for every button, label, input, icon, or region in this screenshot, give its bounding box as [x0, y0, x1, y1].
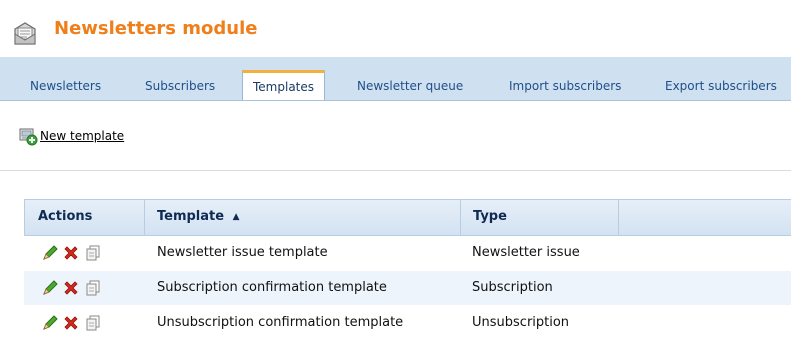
new-template-icon[interactable] [18, 126, 38, 146]
delete-icon[interactable] [62, 314, 80, 332]
table-row: Newsletter issue template Newsletter iss… [24, 236, 791, 271]
delete-icon[interactable] [62, 279, 80, 297]
new-template-link[interactable]: New template [40, 129, 124, 143]
column-divider [144, 200, 145, 236]
table-row: Subscription confirmation template Subsc… [24, 271, 791, 306]
clone-icon[interactable] [84, 314, 102, 332]
edit-icon[interactable] [41, 244, 59, 262]
tab-import-subscribers[interactable]: Import subscribers [509, 79, 621, 93]
template-name: Unsubscription confirmation template [157, 315, 404, 330]
edit-icon[interactable] [41, 314, 59, 332]
column-divider [460, 200, 461, 236]
templates-grid: Actions Template ▲ Type Newsletter issue… [24, 199, 791, 341]
column-header-actions: Actions [38, 209, 93, 224]
tab-export-subscribers[interactable]: Export subscribers [665, 79, 777, 93]
module-header: Newsletters module [0, 0, 791, 58]
template-name: Newsletter issue template [157, 245, 328, 260]
sort-ascending-icon: ▲ [232, 212, 240, 222]
column-divider [618, 200, 619, 236]
tab-subscribers[interactable]: Subscribers [145, 79, 215, 93]
column-header-template-label: Template [157, 209, 225, 224]
newsletter-module-icon [14, 22, 36, 45]
template-type: Subscription [472, 280, 553, 295]
column-header-template[interactable]: Template ▲ [157, 209, 240, 224]
grid-header: Actions Template ▲ Type [24, 199, 791, 236]
tab-bar: Newsletters Subscribers Templates Newsle… [0, 57, 791, 101]
page-title: Newsletters module [54, 18, 258, 39]
tab-newsletter-queue[interactable]: Newsletter queue [357, 79, 463, 93]
template-name: Subscription confirmation template [157, 280, 387, 295]
tab-newsletters[interactable]: Newsletters [30, 79, 101, 93]
clone-icon[interactable] [84, 244, 102, 262]
column-header-type[interactable]: Type [473, 209, 507, 224]
delete-icon[interactable] [62, 244, 80, 262]
table-row: Unsubscription confirmation template Uns… [24, 306, 791, 341]
template-type: Newsletter issue [472, 245, 580, 260]
edit-icon[interactable] [41, 279, 59, 297]
template-type: Unsubscription [472, 315, 570, 330]
tab-templates[interactable]: Templates [242, 70, 326, 100]
clone-icon[interactable] [84, 279, 102, 297]
